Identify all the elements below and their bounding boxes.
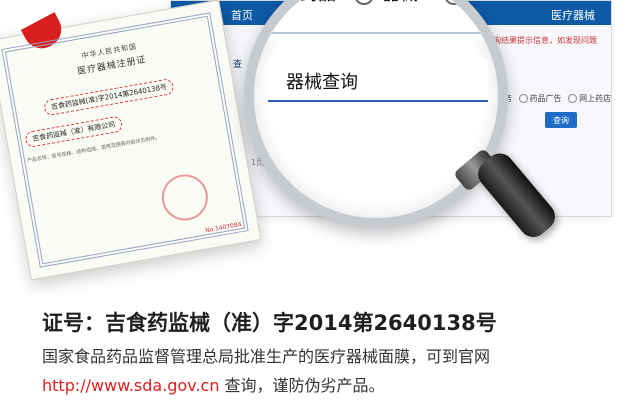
radio-partial-label: 化 (472, 0, 490, 5)
certificate-number-heading: 证号：吉食药监械（准）字2014第2640138号 (42, 311, 497, 335)
nav-home-link[interactable]: 首页 (231, 7, 253, 23)
lens-option-bar: 药品 器械 化 (254, 0, 498, 40)
radio-icon[interactable] (568, 94, 578, 103)
device-query-label: 器械查询 (286, 72, 358, 93)
registration-certificate: 中华人民共和国 医疗器械注册证 吉食药监械(准)字2014第2640138号 吉… (0, 0, 262, 281)
device-query-field[interactable]: 器械查询 (268, 60, 488, 102)
radio-drug[interactable]: 药品 (272, 0, 336, 6)
radio-device-label: 器械 (382, 0, 418, 5)
radio-partial[interactable]: 化 (444, 0, 490, 6)
query-tab[interactable]: 查 (233, 57, 242, 70)
query-button[interactable]: 查询 (545, 112, 577, 128)
nav-devices-link[interactable]: 医疗器械 (551, 7, 595, 23)
radio-label: 网上药店 (579, 94, 612, 103)
verify-line: http://www.sda.gov.cn 查询，谨防伪劣产品。 (42, 372, 385, 396)
lens-divider (254, 32, 498, 34)
promo-graphic: 首页 医疗器械 搜索查询结果提示信息，如发现问题 查 服务 药品广告 网上药店 … (0, 0, 640, 403)
verify-suffix: 查询，谨防伪劣产品。 (219, 376, 385, 395)
radio-label: 药品广告 (529, 94, 562, 103)
radio-selected-icon (354, 0, 374, 5)
radio-icon (272, 0, 292, 5)
radio-device[interactable]: 器械 (354, 0, 418, 6)
radio-icon (444, 0, 464, 5)
radio-drug-label: 药品 (300, 0, 336, 5)
radio-icon[interactable] (518, 94, 528, 103)
description-line: 国家食品药品监督管理总局批准生产的医疗器械面膜，可到官网 (42, 347, 491, 366)
official-website-link[interactable]: http://www.sda.gov.cn (42, 376, 219, 395)
